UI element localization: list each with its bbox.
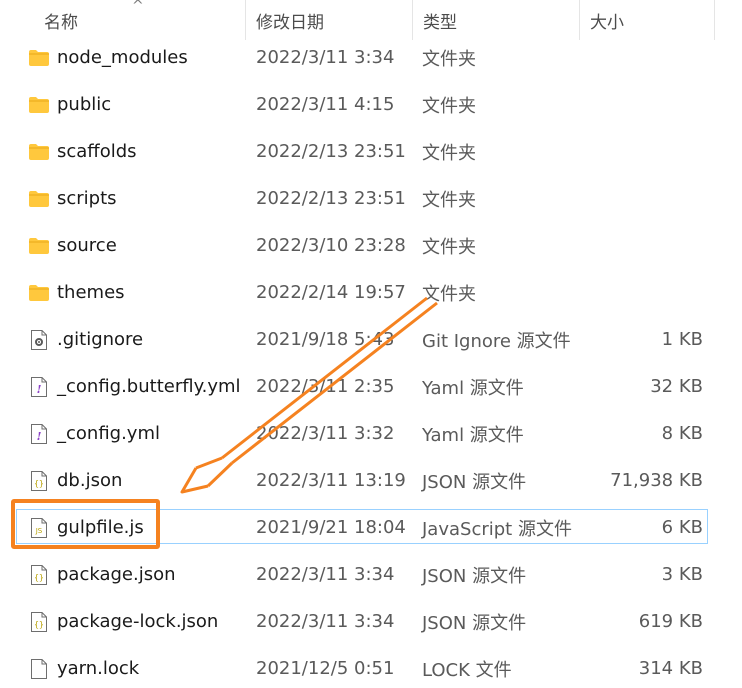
svg-text:!: ! <box>37 430 42 443</box>
svg-text:!: ! <box>37 383 42 396</box>
blank-file-icon <box>27 645 51 688</box>
gear-file-icon <box>27 316 51 363</box>
column-header-type-label: 类型 <box>423 12 457 33</box>
folder-icon <box>27 81 51 128</box>
file-date: 2021/9/18 5:43 <box>256 329 395 350</box>
folder-icon <box>27 222 51 269</box>
file-type: 文件夹 <box>422 48 476 70</box>
file-list: node_modules 2022/3/11 3:34 文件夹 public 2022/… <box>0 34 742 688</box>
file-name[interactable]: package-lock.json <box>57 598 218 645</box>
file-name[interactable]: node_modules <box>57 34 188 81</box>
file-row[interactable]: {} package-lock.json 2022/3/11 3:34 JSON 源文… <box>0 598 742 645</box>
file-type: 文件夹 <box>422 95 476 117</box>
file-size: 71,938 KB <box>610 470 703 491</box>
file-row[interactable]: {} package.json 2022/3/11 3:34 JSON 源文件 3 KB <box>0 551 742 598</box>
folder-icon <box>27 128 51 175</box>
file-row[interactable]: node_modules 2022/3/11 3:34 文件夹 <box>0 34 742 81</box>
file-date: 2022/3/10 23:28 <box>256 235 406 256</box>
file-type: Yaml 源文件 <box>422 424 524 446</box>
file-type: LOCK 文件 <box>422 659 512 681</box>
file-row[interactable]: {} db.json 2022/3/11 13:19 JSON 源文件 71,938 K… <box>0 457 742 504</box>
file-name[interactable]: scaffolds <box>57 128 137 175</box>
file-date: 2022/2/13 23:51 <box>256 188 406 209</box>
file-type: JavaScript 源文件 <box>422 518 572 540</box>
column-header-name-label: 名称 <box>44 12 78 33</box>
highlight-box <box>11 499 160 549</box>
file-date: 2022/2/14 19:57 <box>256 282 406 303</box>
file-date: 2021/12/5 0:51 <box>256 658 395 679</box>
file-size: 1 KB <box>661 329 703 350</box>
file-row[interactable]: public 2022/3/11 4:15 文件夹 <box>0 81 742 128</box>
file-row[interactable]: ! _config.butterfly.yml 2022/3/11 2:35 Yaml… <box>0 363 742 410</box>
file-type: 文件夹 <box>422 283 476 305</box>
file-size <box>580 222 703 269</box>
file-date: 2022/3/11 3:34 <box>256 611 395 632</box>
file-size: 32 KB <box>650 376 703 397</box>
json-file-icon: {} <box>27 598 51 645</box>
file-size: 8 KB <box>661 423 703 444</box>
file-size <box>580 81 703 128</box>
yaml-file-icon: ! <box>27 410 51 457</box>
json-file-icon: {} <box>27 457 51 504</box>
file-type: Yaml 源文件 <box>422 377 524 399</box>
file-size: 6 KB <box>661 517 703 538</box>
file-date: 2022/3/11 3:34 <box>256 564 395 585</box>
file-row[interactable]: scaffolds 2022/2/13 23:51 文件夹 <box>0 128 742 175</box>
file-date: 2022/3/11 3:34 <box>256 47 395 68</box>
file-row[interactable]: .gitignore 2021/9/18 5:43 Git Ignore 源文件 1 … <box>0 316 742 363</box>
file-date: 2022/2/13 23:51 <box>256 141 406 162</box>
file-type: 文件夹 <box>422 189 476 211</box>
file-date: 2021/9/21 18:04 <box>256 517 406 538</box>
file-date: 2022/3/11 4:15 <box>256 94 395 115</box>
file-row[interactable]: ! _config.yml 2022/3/11 3:32 Yaml 源文件 8 KB <box>0 410 742 457</box>
file-name[interactable]: yarn.lock <box>57 645 139 688</box>
file-type: 文件夹 <box>422 236 476 258</box>
file-size <box>580 34 703 81</box>
file-date: 2022/3/11 13:19 <box>256 470 406 491</box>
file-type: JSON 源文件 <box>422 612 527 634</box>
file-type: JSON 源文件 <box>422 471 527 493</box>
file-row[interactable]: themes 2022/2/14 19:57 文件夹 <box>0 269 742 316</box>
file-date: 2022/3/11 2:35 <box>256 376 395 397</box>
file-row[interactable]: source 2022/3/10 23:28 文件夹 <box>0 222 742 269</box>
column-header-date-label: 修改日期 <box>256 12 324 33</box>
file-name[interactable]: .gitignore <box>57 316 143 363</box>
file-name[interactable]: source <box>57 222 117 269</box>
file-name[interactable]: _config.yml <box>57 410 160 457</box>
file-name[interactable]: themes <box>57 269 125 316</box>
svg-text:{}: {} <box>34 479 44 488</box>
file-type: 文件夹 <box>422 142 476 164</box>
column-header-size-label: 大小 <box>590 12 624 33</box>
file-name[interactable]: db.json <box>57 457 122 504</box>
file-name[interactable]: scripts <box>57 175 117 222</box>
file-name[interactable]: _config.butterfly.yml <box>57 363 241 410</box>
svg-text:{}: {} <box>34 573 44 582</box>
yaml-file-icon: ! <box>27 363 51 410</box>
file-type: JSON 源文件 <box>422 565 527 587</box>
folder-icon <box>27 175 51 222</box>
folder-icon <box>27 269 51 316</box>
file-type: Git Ignore 源文件 <box>422 330 571 352</box>
file-size <box>580 269 703 316</box>
file-row[interactable]: yarn.lock 2021/12/5 0:51 LOCK 文件 314 KB <box>0 645 742 688</box>
svg-text:{}: {} <box>34 620 44 629</box>
file-size: 619 KB <box>638 611 703 632</box>
file-name[interactable]: package.json <box>57 551 176 598</box>
file-name[interactable]: public <box>57 81 111 128</box>
folder-icon <box>27 34 51 81</box>
file-explorer: ^ 名称 修改日期 类型 大小 node_modules 2022/3/11 3:… <box>0 0 742 688</box>
file-size: 3 KB <box>661 564 703 585</box>
file-row[interactable]: scripts 2022/2/13 23:51 文件夹 <box>0 175 742 222</box>
json-file-icon: {} <box>27 551 51 598</box>
file-size <box>580 175 703 222</box>
file-date: 2022/3/11 3:32 <box>256 423 395 444</box>
file-size <box>580 128 703 175</box>
file-size: 314 KB <box>638 658 703 679</box>
